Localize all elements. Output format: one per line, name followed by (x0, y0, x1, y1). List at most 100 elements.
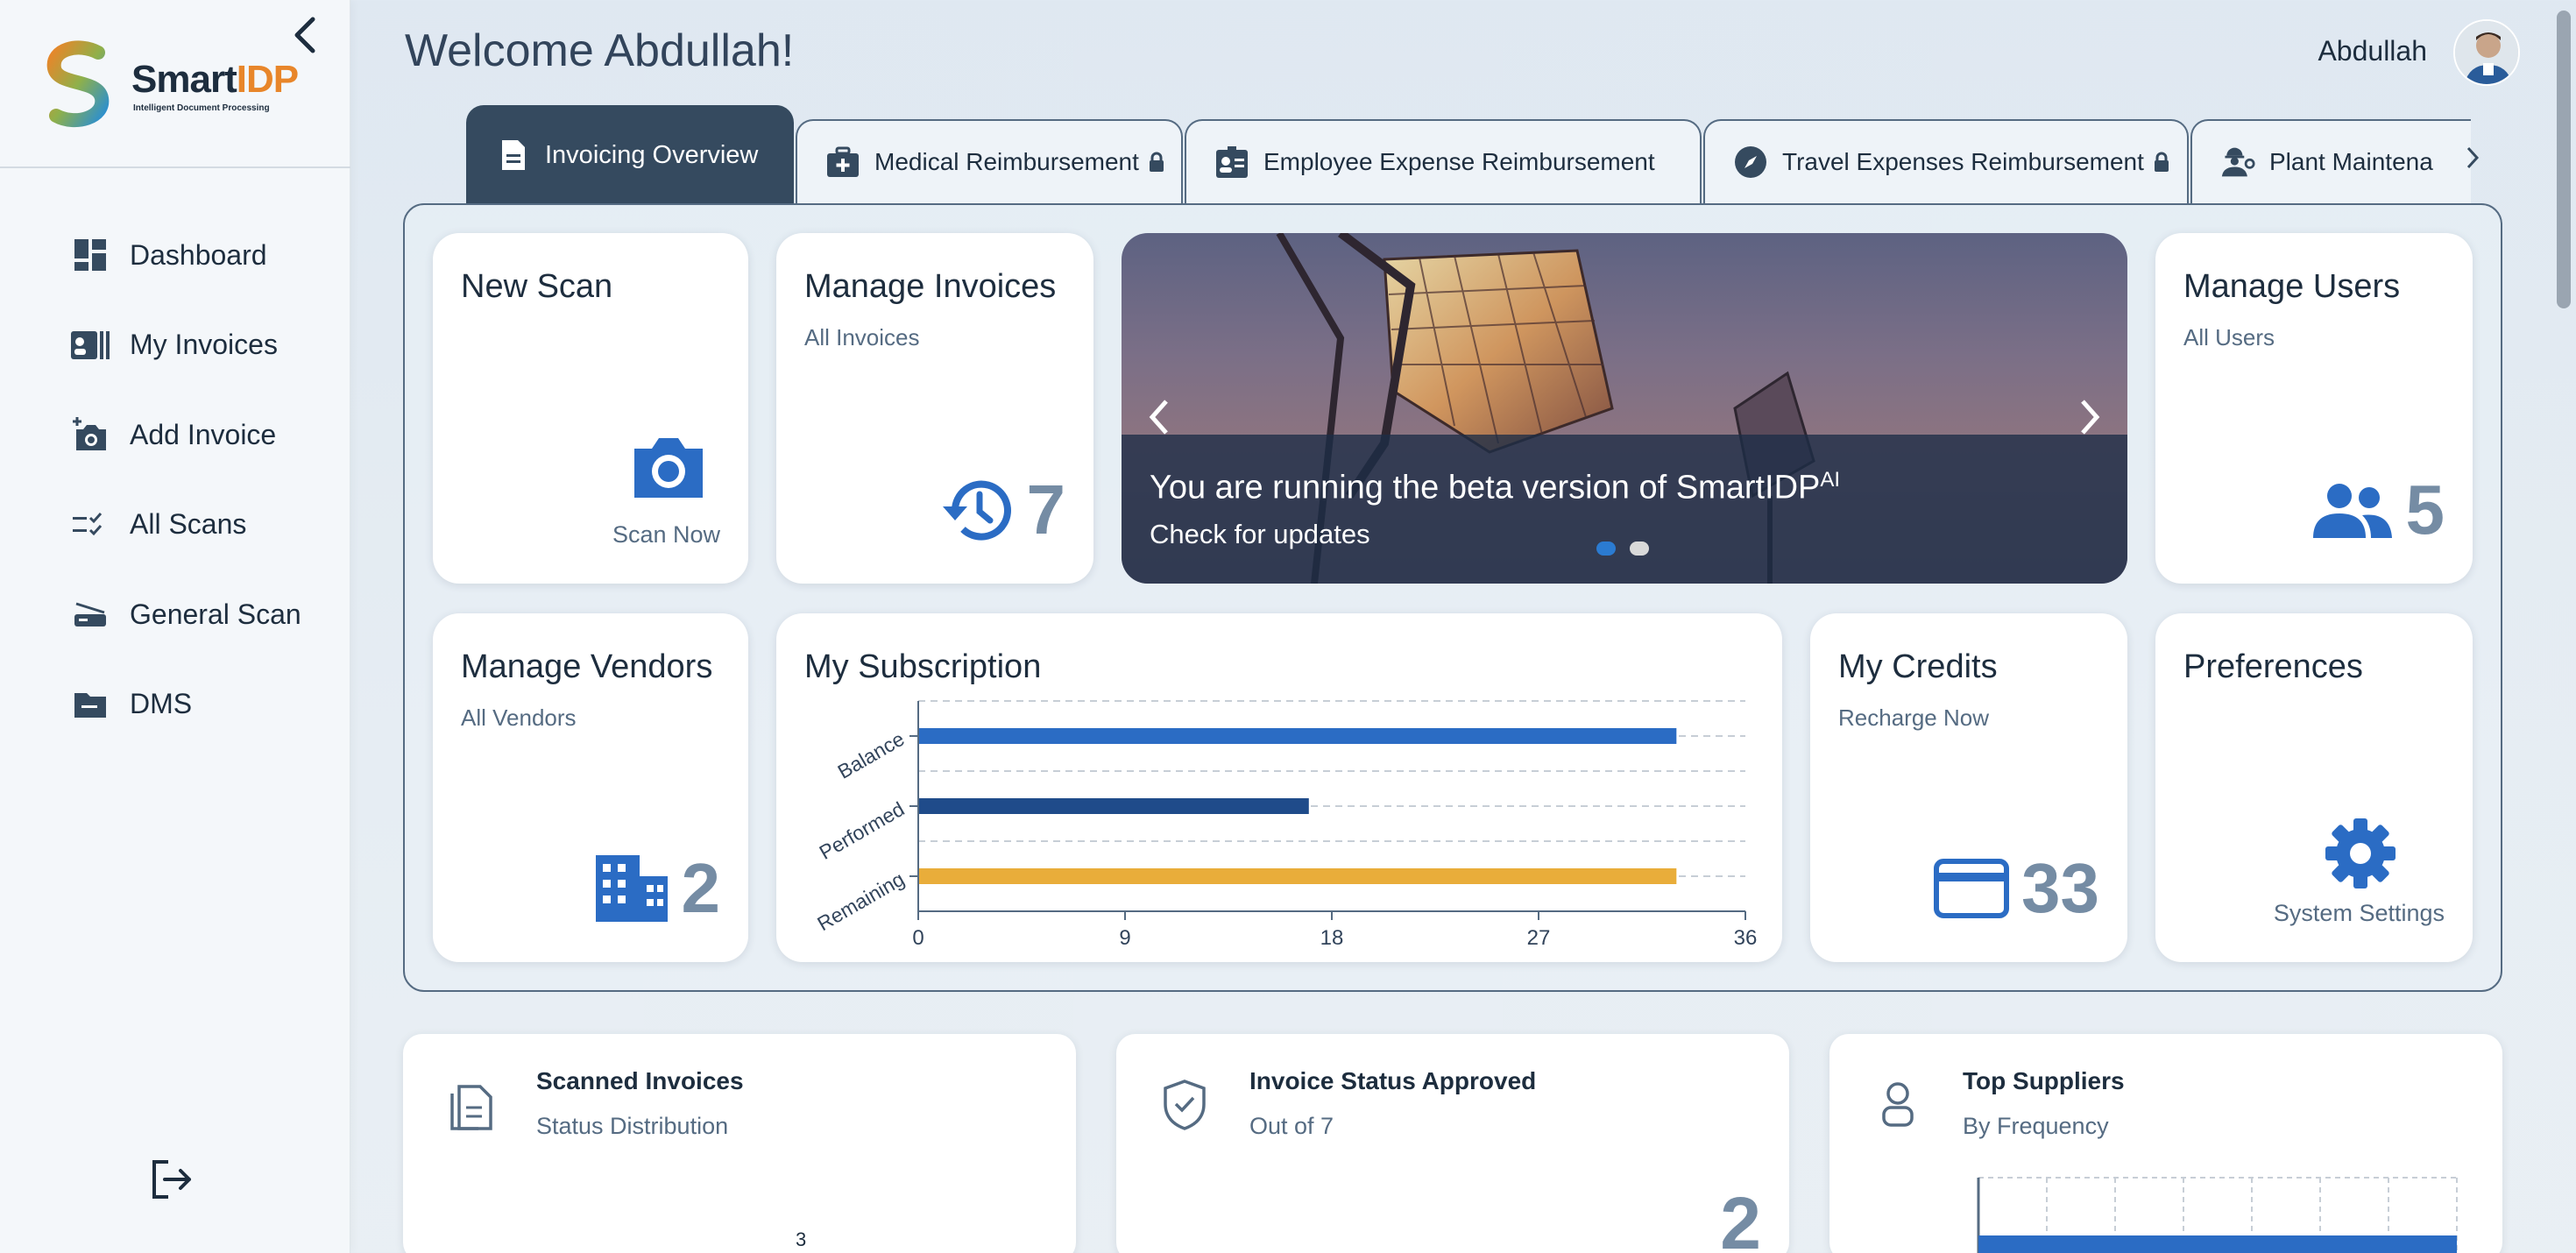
tab-medical-reimbursement[interactable]: Medical Reimbursement (796, 119, 1183, 203)
manage-users-card[interactable]: Manage Users All Users 5 (2155, 233, 2473, 584)
card-title: Manage Users (2183, 268, 2401, 305)
tab-label: Travel Expenses Reimbursement (1782, 148, 2144, 175)
card-subtitle: All Vendors (461, 704, 577, 731)
card-title: My Credits (1838, 648, 1998, 685)
dashboard-icon (70, 235, 110, 275)
medical-bag-icon (825, 145, 860, 180)
credit-count: 33 (2021, 849, 2099, 927)
card-title: Top Suppliers (1963, 1067, 2125, 1094)
history-icon (942, 480, 1011, 541)
x-tick-label: 9 (1119, 926, 1130, 950)
supplier-bar (1978, 1235, 2457, 1253)
documents-icon (450, 1085, 492, 1130)
vendor-count: 2 (681, 849, 721, 927)
tab-employee-expense-reimbursement[interactable]: Employee Expense Reimbursement (1185, 119, 1702, 203)
invoice-status-approved-card[interactable]: Invoice Status Approved Out of 7 2 (1116, 1034, 1789, 1253)
tab-plant-maintenance[interactable]: Plant Maintena (2190, 119, 2471, 203)
suppliers-chart (1977, 1177, 2459, 1253)
supplier-person-icon (1882, 1082, 1914, 1127)
user-avatar-icon (2455, 21, 2518, 84)
tab-label: Employee Expense Reimbursement (1263, 148, 1655, 175)
sidebar-item-all-scans[interactable]: All Scans (0, 480, 350, 570)
tab-invoicing-overview[interactable]: Invoicing Overview (466, 105, 794, 203)
id-badge-icon (1214, 145, 1249, 180)
user-name[interactable]: Abdullah (2318, 35, 2427, 67)
sidebar-item-label: Dashboard (130, 238, 267, 271)
logout-icon (152, 1160, 191, 1199)
bar-remaining (918, 868, 1677, 884)
card-subtitle: By Frequency (1963, 1113, 2109, 1139)
sidebar-item-label: All Scans (130, 508, 247, 541)
chart-value-label: 3 (796, 1228, 807, 1250)
avatar[interactable] (2453, 19, 2520, 86)
chevron-left-icon (294, 17, 315, 53)
tab-label: Plant Maintena (2269, 148, 2433, 175)
manage-invoices-card[interactable]: Manage Invoices All Invoices 7 (776, 233, 1093, 584)
news-carousel[interactable]: You are running the beta version of Smar… (1122, 233, 2127, 584)
carousel-dot-1[interactable] (1596, 542, 1616, 556)
sidebar-item-dashboard[interactable]: Dashboard (0, 210, 350, 301)
chevron-right-icon (2081, 400, 2100, 435)
shield-check-icon (1164, 1080, 1206, 1130)
collapse-sidebar-button[interactable] (286, 16, 324, 54)
tab-bar: Invoicing Overview Medical Reimbursement… (464, 105, 2471, 203)
sidebar: SmartIDP Intelligent Document Processing… (0, 0, 350, 1253)
sidebar-item-add-invoice[interactable]: Add Invoice (0, 390, 350, 480)
folder-icon (70, 684, 110, 725)
system-settings-link[interactable]: System Settings (2274, 900, 2445, 927)
preferences-card[interactable]: Preferences System Settings (2155, 613, 2473, 962)
subscription-card[interactable]: My Subscription Balance Performed Remainin… (776, 613, 1782, 962)
building-icon (595, 855, 668, 922)
logout-button[interactable] (147, 1155, 200, 1207)
sidebar-item-label: DMS (130, 688, 193, 720)
carousel-next-button[interactable] (2068, 391, 2112, 443)
bar-performed (918, 798, 1309, 814)
carousel-prev-button[interactable] (1137, 391, 1181, 443)
manage-vendors-card[interactable]: Manage Vendors All Vendors 2 (433, 613, 748, 962)
new-scan-card[interactable]: New Scan Scan Now (433, 233, 748, 584)
sidebar-item-dms[interactable]: DMS (0, 660, 350, 750)
users-icon (2312, 484, 2392, 538)
card-title: New Scan (461, 268, 613, 305)
checklist-icon (70, 505, 110, 545)
invoices-icon (70, 325, 110, 365)
scrollbar-thumb[interactable] (2557, 11, 2571, 308)
gear-icon (2325, 818, 2396, 888)
sidebar-divider (0, 166, 350, 168)
card-title: Manage Vendors (461, 648, 713, 685)
sidebar-item-label: General Scan (130, 598, 301, 630)
check-updates-link[interactable]: Check for updates (1150, 519, 1370, 550)
my-credits-card[interactable]: My Credits Recharge Now 33 (1810, 613, 2127, 962)
logo-main-text: Smart (131, 58, 237, 101)
carousel-dot-2[interactable] (1630, 542, 1649, 556)
chevron-left-icon (1149, 400, 1168, 435)
logo-mark-icon (46, 40, 110, 128)
page-scrollbar[interactable] (2553, 0, 2576, 1253)
lock-icon (1149, 152, 1164, 172)
scan-now-link[interactable]: Scan Now (612, 521, 720, 549)
page-title: Welcome Abdullah! (405, 25, 795, 76)
credit-card-icon (1934, 859, 2010, 918)
tab-scroll-next-button[interactable] (2453, 138, 2492, 177)
chevron-right-icon (2466, 146, 2480, 169)
recharge-now-link[interactable]: Recharge Now (1838, 704, 1989, 732)
bar-balance (918, 728, 1677, 744)
top-suppliers-card[interactable]: Top Suppliers By Frequency (1829, 1034, 2502, 1253)
x-tick-label: 36 (1734, 926, 1758, 950)
y-tick-label: Remaining (813, 867, 908, 935)
sidebar-item-label: Add Invoice (130, 418, 277, 450)
sidebar-item-my-invoices[interactable]: My Invoices (0, 301, 350, 391)
y-tick-label: Balance (834, 727, 909, 783)
logo-subtitle: Intelligent Document Processing (133, 103, 270, 113)
logo-accent-text: IDP (236, 58, 299, 101)
tab-travel-expenses-reimbursement[interactable]: Travel Expenses Reimbursement (1703, 119, 2189, 203)
card-subtitle: All Users (2183, 324, 2275, 350)
sidebar-item-general-scan[interactable]: General Scan (0, 570, 350, 660)
sidebar-item-label: My Invoices (130, 329, 278, 361)
scanned-invoices-card[interactable]: Scanned Invoices Status Distribution 3 (403, 1034, 1076, 1253)
card-title: Invoice Status Approved (1249, 1067, 1537, 1094)
card-title: Preferences (2183, 648, 2363, 685)
carousel-headline-sup: AI (1820, 468, 1841, 492)
card-subtitle: All Invoices (804, 324, 920, 350)
app-logo: SmartIDP Intelligent Document Processing (44, 37, 307, 133)
